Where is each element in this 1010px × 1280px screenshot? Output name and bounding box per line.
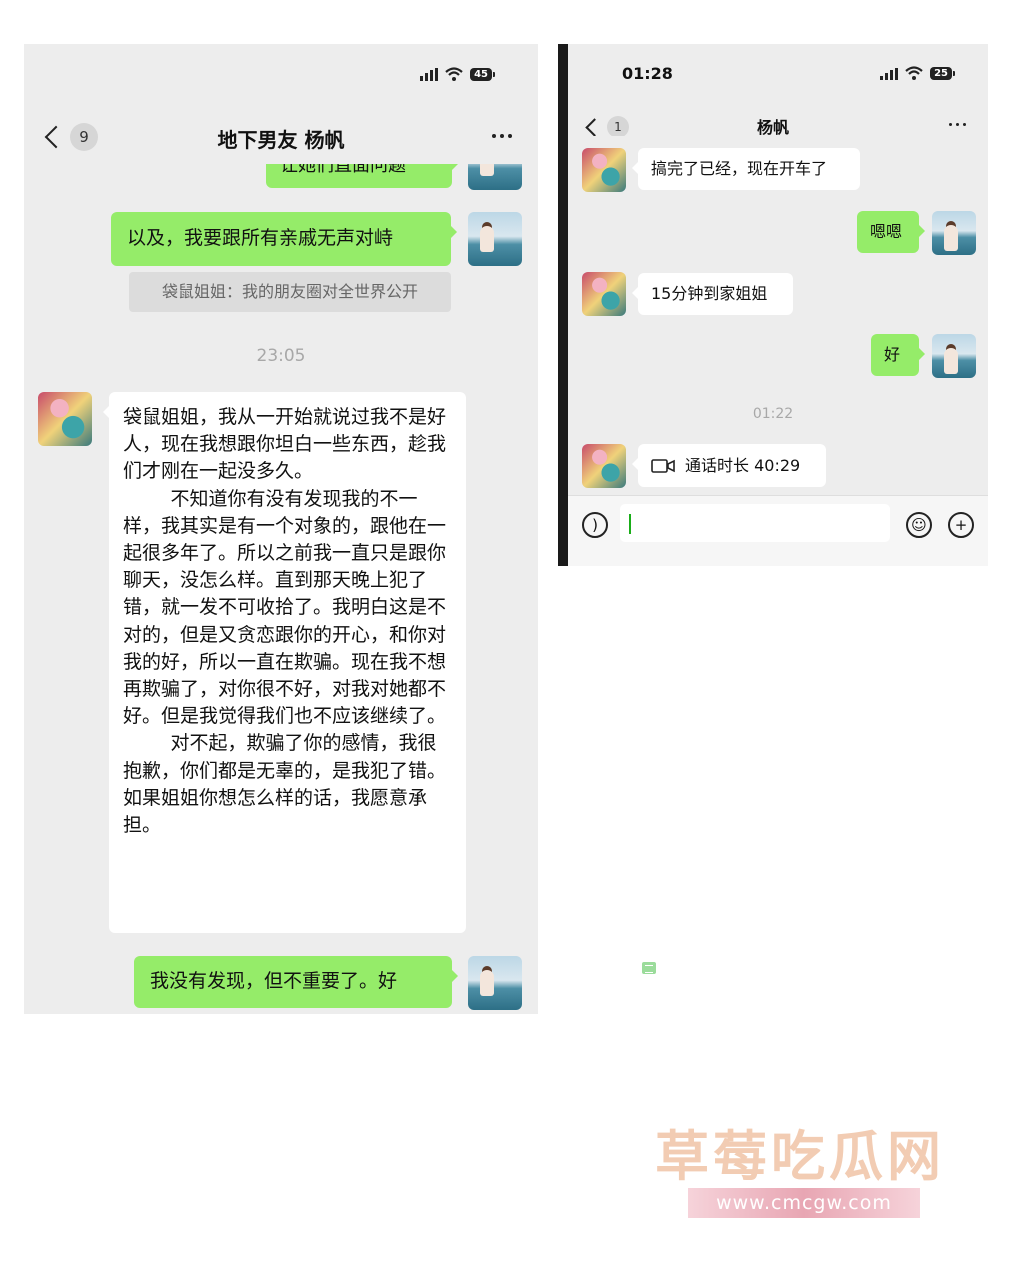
message-bubble-outgoing[interactable]: 好 [871, 334, 925, 376]
message-text: 搞完了已经，现在开车了 [651, 159, 828, 178]
message-bubble-outgoing[interactable]: 嗯嗯 [857, 211, 925, 253]
friend-avatar[interactable] [582, 272, 626, 316]
chat-title: 地下男友 杨帆 [217, 128, 345, 152]
friend-avatar[interactable] [582, 444, 626, 488]
doc-icon [642, 962, 656, 974]
more-icon[interactable] [492, 134, 512, 138]
message-bubble-incoming[interactable]: 袋鼠姐姐，我从一开始就说过我不是好人，现在我想跟你坦白一些东西，趁我们才刚在一起… [103, 392, 466, 933]
nav-bar-overlay: 9 地下男友 杨帆 [24, 106, 538, 164]
video-call-icon [651, 458, 675, 473]
input-bar: ) ☺ + [568, 495, 988, 566]
wifi-icon [905, 66, 923, 80]
status-icons: 45 [420, 67, 495, 81]
friend-avatar[interactable] [582, 148, 626, 192]
message-paragraph: 袋鼠姐姐，我从一开始就说过我不是好人，现在我想跟你坦白一些东西，趁我们才刚在一起… [123, 406, 447, 483]
self-avatar[interactable] [468, 956, 522, 1010]
battery-icon: 25 [930, 66, 955, 80]
message-text: 以及，我要跟所有亲戚无声对峙 [127, 227, 394, 249]
emoji-icon[interactable]: ☺ [906, 512, 932, 538]
watermark-url: www.cmcgw.com [688, 1188, 920, 1218]
signal-icon [420, 67, 439, 81]
voice-icon[interactable]: ) [582, 512, 608, 538]
timestamp: 23:05 [256, 346, 306, 366]
watermark-logo: 草莓吃瓜网 [655, 1125, 945, 1188]
message-paragraph: 不知道你有没有发现我的不一样，我其实是有一个对象的，跟他在一起很多年了。所以之前… [123, 487, 447, 728]
message-bubble-incoming[interactable]: 搞完了已经，现在开车了 [632, 148, 860, 190]
message-text: 嗯嗯 [870, 222, 903, 241]
timestamp: 01:22 [752, 406, 794, 422]
message-text: 15分钟到家姐姐 [651, 284, 768, 303]
status-bar: 01:28 25 [558, 44, 988, 92]
message-text: 好 [884, 345, 901, 364]
battery-icon: 45 [470, 67, 495, 81]
self-avatar[interactable] [468, 212, 522, 266]
chat-title: 杨帆 [756, 118, 789, 137]
signal-icon [880, 67, 899, 80]
call-record-bubble[interactable]: 通话时长 40:29 [632, 444, 826, 487]
friend-avatar[interactable] [38, 392, 92, 446]
message-bubble-outgoing[interactable]: 以及，我要跟所有亲戚无声对峙 [111, 212, 457, 266]
wifi-icon [445, 67, 463, 81]
message-input[interactable] [620, 504, 890, 542]
text-caret [629, 514, 631, 534]
system-notice: 袋鼠姐姐：我的朋友圈对全世界公开 [129, 272, 451, 312]
message-paragraph: 对不起，欺骗了你的感情，我很抱歉，你们都是无辜的，是我犯了错。如果姐姐你想怎么样… [123, 732, 447, 837]
message-bubble-outgoing[interactable]: 我没有发现，但不重要了。好 [134, 956, 458, 1008]
status-icons: 25 [880, 66, 955, 80]
status-bar: 45 [24, 44, 538, 106]
more-icon[interactable] [949, 123, 966, 126]
chat-screenshot-right: 01:28 25 1 杨帆 搞完了已经，现在开车了 嗯嗯 15分钟到家姐姐 好 … [558, 44, 988, 566]
message-bubble-incoming[interactable]: 15分钟到家姐姐 [632, 273, 793, 315]
call-duration-text: 通话时长 40:29 [685, 455, 801, 475]
plus-icon[interactable]: + [948, 512, 974, 538]
chat-screenshot-left: 45 9 地下男友 杨帆 让她们直面问题 9 地下男友 杨帆 以及，我要跟所有亲… [24, 44, 538, 1014]
self-avatar[interactable] [932, 334, 976, 378]
message-text: 我没有发现，但不重要了。好 [150, 970, 398, 992]
status-time: 01:28 [622, 64, 673, 83]
self-avatar[interactable] [932, 211, 976, 255]
